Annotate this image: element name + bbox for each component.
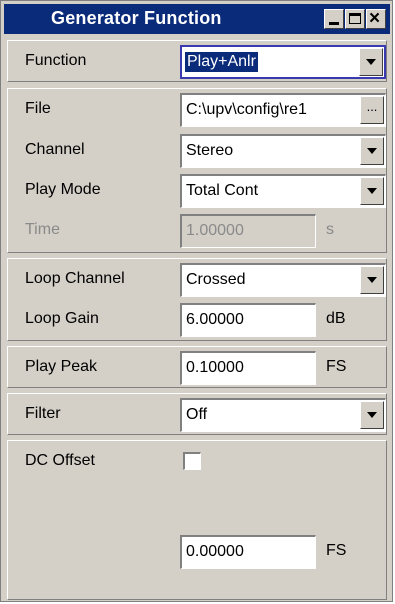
time-label: Time [25, 221, 60, 238]
loop-channel-value: Crossed [186, 271, 246, 288]
dc-offset-checkbox[interactable] [183, 452, 201, 470]
chevron-down-icon[interactable] [360, 401, 384, 429]
function-label: Function [25, 52, 87, 69]
dc-offset-label: DC Offset [25, 452, 95, 469]
close-button[interactable]: × [366, 8, 386, 29]
function-select[interactable]: Play+Anlr [180, 45, 386, 79]
play-mode-select[interactable]: Total Cont [180, 174, 386, 208]
loop-section: Loop Channel Crossed Loop Gain 6.00000 d… [7, 258, 387, 341]
filter-value: Off [186, 406, 208, 423]
dc-offset-unit: FS [326, 542, 347, 559]
loop-gain-unit: dB [326, 310, 346, 327]
minimize-icon [329, 22, 339, 25]
chevron-down-icon[interactable] [360, 266, 384, 294]
channel-value: Stereo [186, 142, 234, 159]
time-unit: s [326, 221, 334, 238]
loop-gain-value: 6.00000 [186, 311, 244, 328]
maximize-icon [349, 13, 361, 24]
close-icon: × [369, 8, 381, 29]
file-section: File C:\upv\config\re1 ... Channel Stere… [7, 88, 387, 253]
time-field: 1.00000 [180, 214, 316, 248]
play-peak-value: 0.10000 [186, 359, 244, 376]
function-value: Play+Anlr [185, 52, 258, 72]
loop-gain-field[interactable]: 6.00000 [180, 303, 316, 337]
chevron-down-icon[interactable] [360, 137, 384, 165]
browse-button[interactable]: ... [360, 96, 384, 124]
dc-offset-value: 0.00000 [186, 543, 244, 560]
time-value: 1.00000 [186, 222, 244, 239]
play-mode-value: Total Cont [186, 182, 259, 199]
function-section: Function Play+Anlr [7, 40, 387, 82]
title-bar[interactable]: Generator Function × [4, 4, 390, 34]
maximize-button[interactable] [345, 9, 365, 29]
filter-label: Filter [25, 405, 61, 422]
chevron-down-icon[interactable] [360, 177, 384, 205]
generator-function-window: Generator Function × Function Play+Anlr … [0, 0, 393, 602]
loop-gain-label: Loop Gain [25, 310, 99, 327]
chevron-down-icon[interactable] [359, 48, 383, 76]
play-mode-label: Play Mode [25, 181, 101, 198]
file-value: C:\upv\config\re1 [186, 101, 307, 118]
play-peak-section: Play Peak 0.10000 FS [7, 346, 387, 388]
file-label: File [25, 100, 51, 117]
play-peak-unit: FS [326, 358, 347, 375]
loop-channel-label: Loop Channel [25, 270, 125, 287]
loop-channel-select[interactable]: Crossed [180, 263, 386, 297]
filter-section: Filter Off [7, 393, 387, 435]
channel-select[interactable]: Stereo [180, 134, 386, 168]
dc-offset-section: DC Offset 0.00000 FS [7, 440, 387, 600]
play-peak-field[interactable]: 0.10000 [180, 351, 316, 385]
file-field[interactable]: C:\upv\config\re1 ... [180, 93, 386, 127]
channel-label: Channel [25, 141, 85, 158]
window-title: Generator Function [51, 8, 222, 28]
filter-select[interactable]: Off [180, 398, 386, 432]
dc-offset-field[interactable]: 0.00000 [180, 535, 316, 569]
play-peak-label: Play Peak [25, 358, 98, 375]
minimize-button[interactable] [324, 9, 344, 29]
